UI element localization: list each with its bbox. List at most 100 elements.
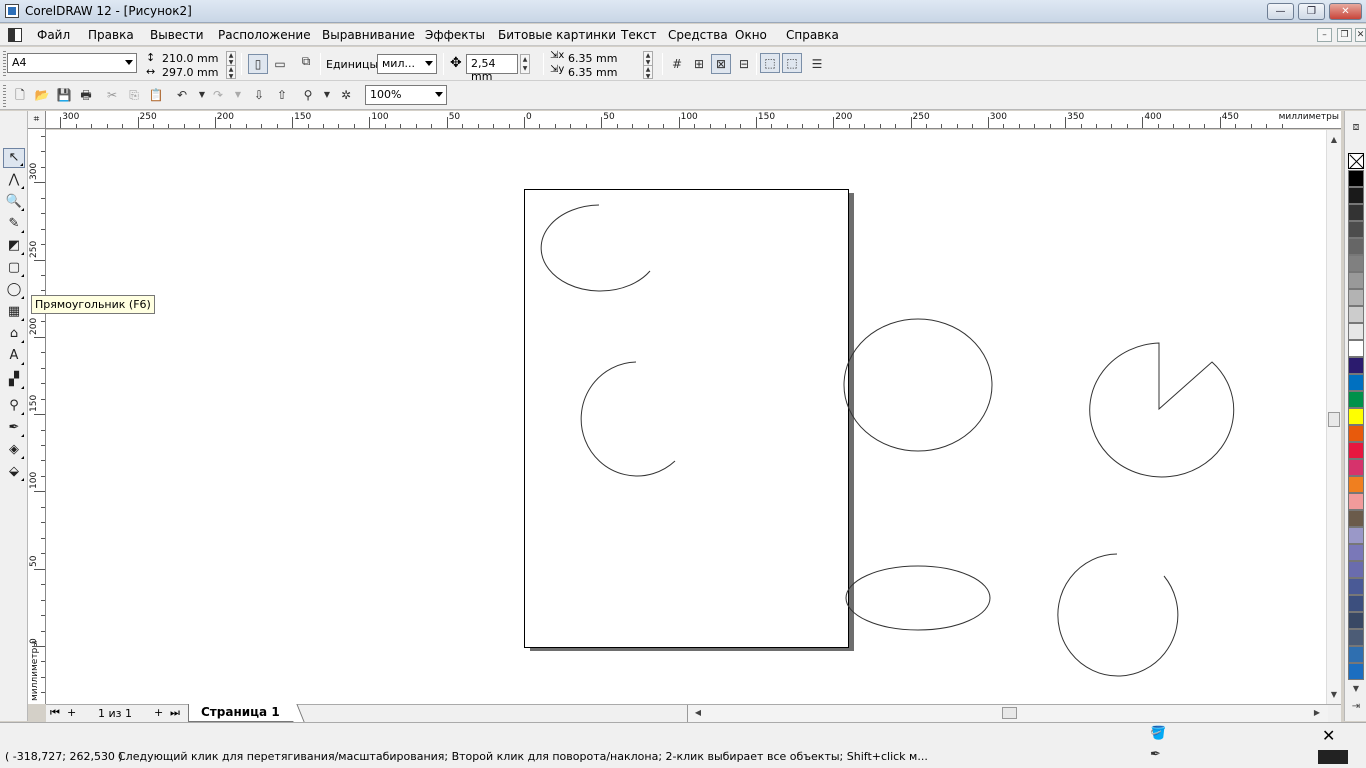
copy-icon[interactable]: ⎘ (124, 85, 144, 105)
page-tab[interactable]: Страница 1 (188, 704, 294, 722)
color-swatch[interactable] (1348, 510, 1364, 527)
color-swatch[interactable] (1348, 221, 1364, 238)
horizontal-scrollbar[interactable]: ◀ ▶ (687, 705, 1328, 722)
doc-restore-button[interactable]: ❐ (1337, 28, 1352, 42)
menu-bitmaps[interactable]: Битовые картинки (498, 28, 616, 42)
menu-align[interactable]: Выравнивание (322, 28, 415, 42)
color-swatch[interactable] (1348, 408, 1364, 425)
horizontal-scroll-thumb[interactable] (1002, 707, 1017, 719)
nudge-spinner[interactable]: ▲ ▼ (520, 54, 530, 74)
draw-bounding-button[interactable]: ⬚ (782, 53, 802, 73)
color-swatch[interactable] (1348, 595, 1364, 612)
corel-online-icon[interactable]: ✲ (336, 85, 356, 105)
color-swatch[interactable] (1348, 187, 1364, 204)
dynamic-guides-button[interactable]: ⊟ (734, 54, 754, 74)
palette-scroll-down-icon[interactable]: ▼ (1349, 684, 1363, 693)
cut-icon[interactable]: ✂ (102, 85, 122, 105)
polygon-tool-icon[interactable]: ▦ (3, 302, 25, 322)
paste-icon[interactable]: 📋 (146, 85, 166, 105)
no-fill-swatch[interactable] (1348, 153, 1364, 169)
fill-tool-icon[interactable]: ◈ (3, 440, 25, 460)
palette-menu-icon[interactable]: ⧈ (1349, 120, 1363, 134)
smart-fill-tool-icon[interactable]: ◩ (3, 236, 25, 256)
color-swatch[interactable] (1348, 612, 1364, 629)
redo-dropdown-icon[interactable]: ▼ (228, 85, 248, 105)
menu-window[interactable]: Окно (735, 28, 767, 42)
new-document-icon[interactable]: 🗋 (10, 85, 30, 105)
dup-x-field[interactable]: 6.35 mm (568, 52, 617, 65)
color-swatch[interactable] (1348, 646, 1364, 663)
color-swatch[interactable] (1348, 629, 1364, 646)
scroll-up-icon[interactable]: ▲ (1327, 135, 1341, 144)
drawing-canvas[interactable] (46, 130, 1326, 704)
color-swatch[interactable] (1348, 425, 1364, 442)
color-swatch[interactable] (1348, 357, 1364, 374)
color-swatch[interactable] (1348, 204, 1364, 221)
text-tool-icon[interactable]: A (3, 346, 25, 366)
launcher-dropdown-icon[interactable]: ▼ (317, 85, 337, 105)
save-icon[interactable]: 💾 (54, 85, 74, 105)
color-swatch[interactable] (1348, 238, 1364, 255)
menu-tools[interactable]: Средства (668, 28, 728, 42)
page-height-field[interactable]: 297.0 mm (162, 66, 218, 79)
menu-text[interactable]: Текст (621, 28, 657, 42)
document-icon[interactable] (8, 28, 22, 42)
interactive-fill-tool-icon[interactable]: ⬙ (3, 462, 25, 482)
undo-icon[interactable]: ↶ (172, 85, 192, 105)
scroll-left-icon[interactable]: ◀ (691, 708, 705, 717)
minimize-button[interactable]: — (1267, 3, 1294, 20)
open-icon[interactable]: 📂 (32, 85, 52, 105)
ellipse-tool-icon[interactable]: ◯ (3, 280, 25, 300)
print-icon[interactable]: 🖶 (76, 85, 96, 105)
color-swatch[interactable] (1348, 306, 1364, 323)
page-size-select[interactable]: A4 (7, 53, 137, 73)
units-select[interactable]: мил... (377, 54, 437, 74)
portrait-button[interactable]: ▯ (248, 54, 268, 74)
color-swatch[interactable] (1348, 170, 1364, 187)
page-width-field[interactable]: 210.0 mm (162, 52, 218, 65)
vertical-ruler[interactable]: миллиметры 300 250 200 150 100 50 0 (28, 129, 46, 704)
zoom-tool-icon[interactable]: 🔍 (3, 192, 25, 212)
snap-objects-button[interactable]: ⊠ (711, 54, 731, 74)
dup-y-field[interactable]: 6.35 mm (568, 66, 617, 79)
scroll-right-icon[interactable]: ▶ (1310, 708, 1324, 717)
snap-guidelines-button[interactable]: ⊞ (689, 54, 709, 74)
app-launcher-icon[interactable]: ⚲ (298, 85, 318, 105)
interactive-blend-tool-icon[interactable]: ▞ (3, 370, 25, 390)
last-page-button[interactable]: ⏭ (170, 706, 180, 720)
redo-icon[interactable]: ↷ (208, 85, 228, 105)
color-swatch[interactable] (1348, 391, 1364, 408)
doc-close-button[interactable]: ✕ (1355, 28, 1366, 42)
menu-file[interactable]: Файл (37, 28, 70, 42)
color-swatch[interactable] (1348, 476, 1364, 493)
landscape-button[interactable]: ▭ (270, 54, 290, 74)
toolbar-grip[interactable] (3, 51, 6, 77)
outline-tool-icon[interactable]: ✒ (3, 418, 25, 438)
color-swatch[interactable] (1348, 272, 1364, 289)
color-swatch[interactable] (1348, 663, 1364, 680)
color-swatch[interactable] (1348, 374, 1364, 391)
color-swatch[interactable] (1348, 323, 1364, 340)
zoom-select[interactable]: 100% (365, 85, 447, 105)
vertical-scrollbar[interactable]: ▲ ▼ (1326, 130, 1341, 704)
pick-tool-icon[interactable]: ↖ (3, 148, 25, 168)
color-swatch[interactable] (1348, 340, 1364, 357)
fill-color-indicator[interactable] (1318, 750, 1348, 764)
menu-help[interactable]: Справка (786, 28, 839, 42)
snap-grid-button[interactable]: # (667, 54, 687, 74)
add-page-before-button[interactable]: + (67, 706, 76, 719)
color-swatch[interactable] (1348, 578, 1364, 595)
doc-minimize-button[interactable]: – (1317, 28, 1332, 42)
import-icon[interactable]: ⇩ (249, 85, 269, 105)
vertical-scroll-thumb[interactable] (1328, 412, 1340, 427)
toolbar-grip[interactable] (3, 85, 6, 107)
color-swatch[interactable] (1348, 544, 1364, 561)
freehand-tool-icon[interactable]: ✎ (3, 214, 25, 234)
add-page-after-button[interactable]: + (154, 706, 163, 719)
rectangle-tool-icon[interactable]: ▢ (3, 258, 25, 278)
dup-y-spinner[interactable]: ▲ ▼ (643, 65, 653, 80)
menu-view[interactable]: Вывести (150, 28, 204, 42)
menu-edit[interactable]: Правка (88, 28, 134, 42)
nudge-field[interactable]: 2,54 mm (466, 54, 518, 83)
close-button[interactable]: ✕ (1329, 3, 1362, 20)
